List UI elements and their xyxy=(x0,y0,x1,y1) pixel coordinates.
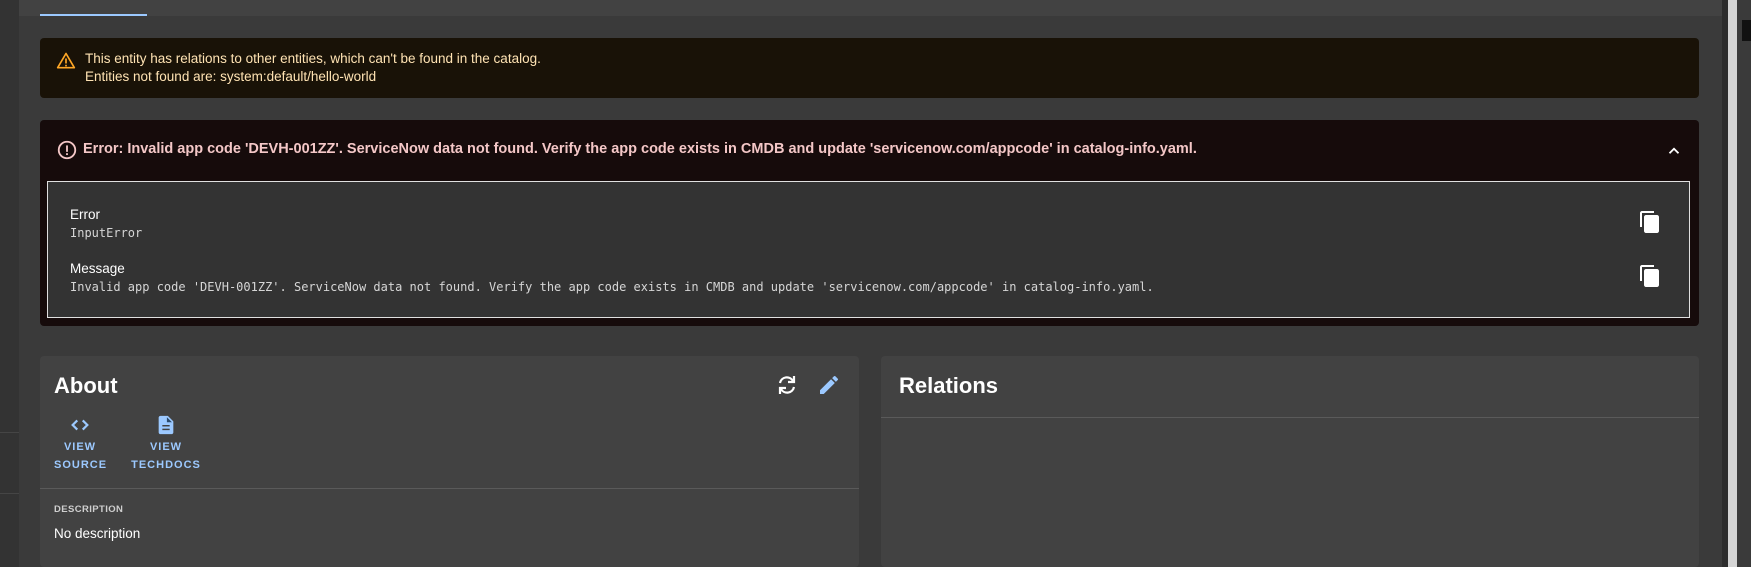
warning-icon xyxy=(56,52,76,69)
view-techdocs-line-2: TECHDOCS xyxy=(131,459,201,471)
message-field-value: Invalid app code 'DEVH-001ZZ'. ServiceNo… xyxy=(70,280,1154,294)
view-source-line-2: SOURCE xyxy=(54,459,108,471)
error-title: Error: Invalid app code 'DEVH-001ZZ'. Se… xyxy=(83,141,1197,157)
view-techdocs-line-1: VIEW xyxy=(149,441,183,453)
error-details-box: Error InputError Message Invalid app cod… xyxy=(47,181,1690,318)
document-icon xyxy=(158,415,174,435)
warning-line-2: Entities not found are: system:default/h… xyxy=(85,69,377,84)
about-card: About VIEW SOURCE VIEW TECHDOCS DESCRIPT… xyxy=(40,356,859,567)
view-source-button[interactable]: VIEW SOURCE xyxy=(54,414,106,474)
view-source-line-1: VIEW xyxy=(63,441,97,453)
message-field-label: Message xyxy=(70,261,125,276)
scrollbar-thumb[interactable] xyxy=(1728,0,1737,567)
about-title: About xyxy=(54,373,118,398)
view-techdocs-button[interactable]: VIEW TECHDOCS xyxy=(128,414,204,474)
copy-icon[interactable] xyxy=(1638,264,1662,288)
error-field-value: InputError xyxy=(70,226,143,240)
scroll-edge xyxy=(1742,20,1751,41)
description-label: DESCRIPTION xyxy=(54,504,124,515)
left-divider xyxy=(0,493,19,494)
code-icon xyxy=(71,419,89,431)
refresh-icon[interactable] xyxy=(775,373,799,397)
chevron-up-icon[interactable] xyxy=(1665,142,1683,160)
error-icon xyxy=(57,140,77,160)
tab-bar xyxy=(19,0,1722,16)
description-value: No description xyxy=(54,526,141,541)
error-panel: Error: Invalid app code 'DEVH-001ZZ'. Se… xyxy=(40,120,1699,326)
relations-card: Relations xyxy=(881,356,1699,567)
relations-title: Relations xyxy=(899,373,999,398)
edit-icon[interactable] xyxy=(817,373,841,397)
about-divider xyxy=(40,488,859,489)
warning-line-1: This entity has relations to other entit… xyxy=(85,51,541,66)
relations-warning-alert: This entity has relations to other entit… xyxy=(40,38,1699,98)
left-divider xyxy=(0,432,19,433)
left-strip xyxy=(0,0,19,567)
relations-divider xyxy=(881,417,1699,418)
copy-icon[interactable] xyxy=(1638,210,1662,234)
error-field-label: Error xyxy=(70,207,100,222)
